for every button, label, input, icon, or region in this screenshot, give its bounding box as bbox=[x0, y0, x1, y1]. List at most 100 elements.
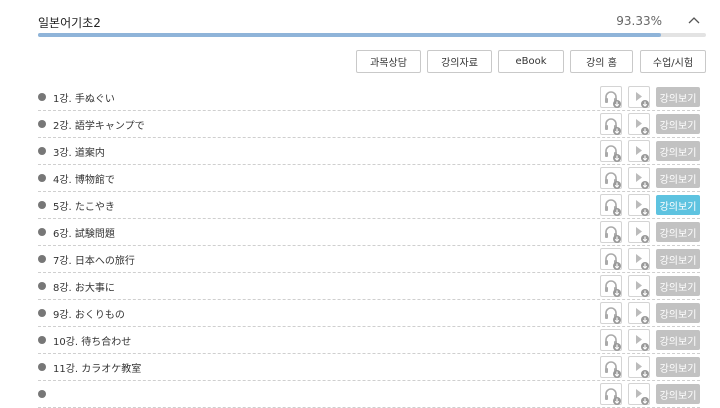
lesson-row: 6강. 試験問題 강의보기 bbox=[38, 219, 700, 246]
lesson-row: 7강. 日本への旅行 강의보기 bbox=[38, 246, 700, 273]
lesson-row: 2강. 語学キャンプで 강의보기 bbox=[38, 111, 700, 138]
headphones-download-icon bbox=[605, 334, 621, 351]
watch-lecture-button[interactable]: 강의보기 bbox=[656, 141, 700, 161]
bullet-icon bbox=[38, 282, 46, 290]
video-download-button[interactable] bbox=[628, 194, 650, 216]
play-download-icon bbox=[636, 146, 649, 162]
headphones-download-icon bbox=[605, 118, 621, 135]
lesson-row: 8강. お大事に 강의보기 bbox=[38, 273, 700, 300]
audio-download-button[interactable] bbox=[600, 221, 622, 243]
bullet-icon bbox=[38, 255, 46, 263]
watch-lecture-button[interactable]: 강의보기 bbox=[656, 168, 700, 188]
watch-lecture-button[interactable]: 강의보기 bbox=[656, 330, 700, 350]
lesson-title: 1강. 手ぬぐい bbox=[53, 94, 115, 105]
audio-download-button[interactable] bbox=[600, 140, 622, 162]
lesson-title: 9강. おくりもの bbox=[53, 310, 125, 321]
headphones-download-icon bbox=[605, 91, 621, 108]
watch-lecture-button[interactable]: 강의보기 bbox=[656, 303, 700, 323]
watch-lecture-button[interactable]: 강의보기 bbox=[656, 222, 700, 242]
bullet-icon bbox=[38, 147, 46, 155]
lesson-title: 6강. 試験問題 bbox=[53, 229, 115, 240]
lesson-title: 11강. カラオケ教室 bbox=[53, 364, 142, 375]
play-download-icon bbox=[636, 92, 649, 108]
lesson-row: 5강. たこやき 강의보기 bbox=[38, 192, 700, 219]
lesson-title: 8강. お大事に bbox=[53, 283, 115, 294]
audio-download-button[interactable] bbox=[600, 329, 622, 351]
audio-download-button[interactable] bbox=[600, 86, 622, 108]
headphones-download-icon bbox=[605, 145, 621, 162]
bullet-icon bbox=[38, 336, 46, 344]
bullet-icon bbox=[38, 174, 46, 182]
audio-download-button[interactable] bbox=[600, 113, 622, 135]
video-download-button[interactable] bbox=[628, 140, 650, 162]
play-download-icon bbox=[636, 362, 649, 378]
audio-download-button[interactable] bbox=[600, 248, 622, 270]
video-download-button[interactable] bbox=[628, 383, 650, 405]
lesson-title: 2강. 語学キャンプで bbox=[53, 121, 145, 132]
lesson-title: 10강. 待ち合わせ bbox=[53, 337, 132, 348]
lecture-home-button[interactable]: 강의 홈 bbox=[570, 50, 633, 73]
lesson-row: 3강. 道案内 강의보기 bbox=[38, 138, 700, 165]
headphones-download-icon bbox=[605, 361, 621, 378]
video-download-button[interactable] bbox=[628, 113, 650, 135]
video-download-button[interactable] bbox=[628, 221, 650, 243]
lesson-title: 3강. 道案内 bbox=[53, 148, 105, 159]
headphones-download-icon bbox=[605, 307, 621, 324]
video-download-button[interactable] bbox=[628, 248, 650, 270]
lesson-row: 4강. 博物館で 강의보기 bbox=[38, 165, 700, 192]
chevron-up-icon bbox=[688, 17, 700, 24]
watch-lecture-button[interactable]: 강의보기 bbox=[656, 357, 700, 377]
headphones-download-icon bbox=[605, 388, 621, 405]
headphones-download-icon bbox=[605, 226, 621, 243]
lesson-row: 강의보기 bbox=[38, 381, 700, 408]
watch-lecture-button[interactable]: 강의보기 bbox=[656, 384, 700, 404]
watch-lecture-button[interactable]: 강의보기 bbox=[656, 195, 700, 215]
watch-lecture-button[interactable]: 강의보기 bbox=[656, 114, 700, 134]
audio-download-button[interactable] bbox=[600, 383, 622, 405]
progress-bar-fill bbox=[38, 33, 662, 37]
bullet-icon bbox=[38, 390, 46, 398]
materials-button[interactable]: 강의자료 bbox=[427, 50, 492, 73]
lesson-row: 9강. おくりもの 강의보기 bbox=[38, 300, 700, 327]
video-download-button[interactable] bbox=[628, 275, 650, 297]
play-download-icon bbox=[636, 281, 649, 297]
video-download-button[interactable] bbox=[628, 167, 650, 189]
audio-download-button[interactable] bbox=[600, 356, 622, 378]
video-download-button[interactable] bbox=[628, 302, 650, 324]
watch-lecture-button[interactable]: 강의보기 bbox=[656, 87, 700, 107]
bullet-icon bbox=[38, 309, 46, 317]
play-download-icon bbox=[636, 335, 649, 351]
progress-percent: 93.33% bbox=[616, 14, 662, 28]
audio-download-button[interactable] bbox=[600, 275, 622, 297]
lesson-title: 4강. 博物館で bbox=[53, 175, 115, 186]
audio-download-button[interactable] bbox=[600, 167, 622, 189]
headphones-download-icon bbox=[605, 280, 621, 297]
lesson-row: 1강. 手ぬぐい 강의보기 bbox=[38, 84, 700, 111]
video-download-button[interactable] bbox=[628, 329, 650, 351]
headphones-download-icon bbox=[605, 172, 621, 189]
course-title: 일본어기초2 bbox=[38, 16, 101, 30]
progress-bar bbox=[38, 33, 706, 37]
collapse-button[interactable] bbox=[682, 12, 706, 32]
watch-lecture-button[interactable]: 강의보기 bbox=[656, 276, 700, 296]
audio-download-button[interactable] bbox=[600, 302, 622, 324]
ebook-button[interactable]: eBook bbox=[498, 50, 564, 73]
play-download-icon bbox=[636, 308, 649, 324]
play-download-icon bbox=[636, 173, 649, 189]
watch-lecture-button[interactable]: 강의보기 bbox=[656, 249, 700, 269]
bullet-icon bbox=[38, 93, 46, 101]
play-download-icon bbox=[636, 389, 649, 405]
bullet-icon bbox=[38, 228, 46, 236]
class-exam-button[interactable]: 수업/시험 bbox=[640, 50, 706, 73]
play-download-icon bbox=[636, 119, 649, 135]
headphones-download-icon bbox=[605, 199, 621, 216]
audio-download-button[interactable] bbox=[600, 194, 622, 216]
video-download-button[interactable] bbox=[628, 86, 650, 108]
lesson-title: 5강. たこやき bbox=[53, 202, 115, 213]
bullet-icon bbox=[38, 120, 46, 128]
bullet-icon bbox=[38, 201, 46, 209]
video-download-button[interactable] bbox=[628, 356, 650, 378]
bullet-icon bbox=[38, 363, 46, 371]
lesson-row: 11강. カラオケ教室 강의보기 bbox=[38, 354, 700, 381]
consult-button[interactable]: 과목상담 bbox=[356, 50, 421, 73]
